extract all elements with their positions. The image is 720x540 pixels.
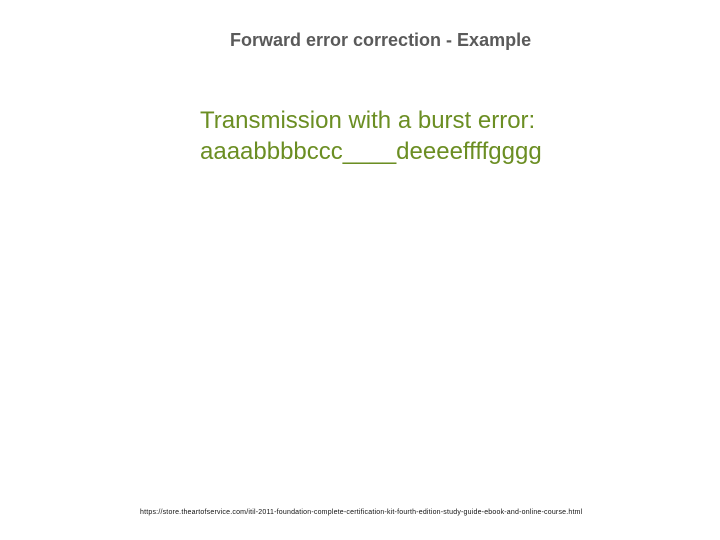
slide-title: Forward error correction - Example xyxy=(230,30,531,51)
slide: Forward error correction - Example Trans… xyxy=(0,0,720,540)
body-line-2: aaaabbbbccc____deeeeffffgggg xyxy=(200,136,660,167)
slide-body: Transmission with a burst error: aaaabbb… xyxy=(200,105,660,167)
body-line-1: Transmission with a burst error: xyxy=(200,105,660,136)
footer-url: https://store.theartofservice.com/itil-2… xyxy=(140,509,680,516)
